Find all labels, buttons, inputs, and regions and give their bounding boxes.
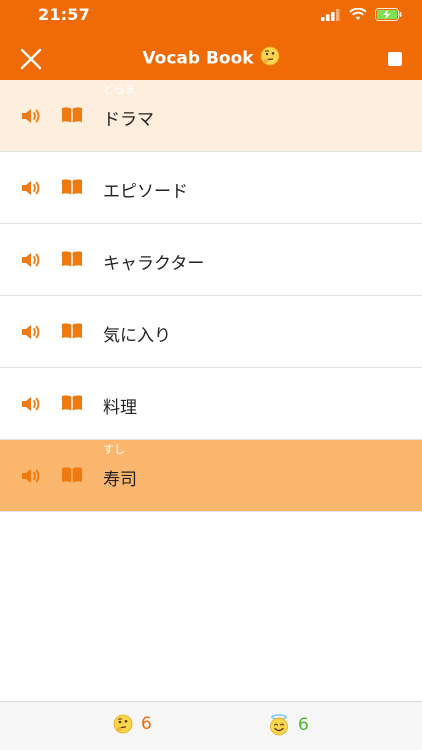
word-text: エピソード	[103, 182, 188, 202]
thinking-face-icon	[260, 46, 280, 71]
wifi-icon	[349, 8, 367, 20]
status-bar: 21:57	[0, 0, 422, 30]
thinking-face-icon	[113, 714, 133, 734]
book-icon[interactable]	[61, 106, 83, 124]
list-item[interactable]: すし 寿司	[0, 440, 422, 512]
speaker-icon[interactable]	[20, 178, 42, 198]
signal-icon	[321, 8, 340, 21]
speaker-icon[interactable]	[20, 106, 42, 126]
halo-count-stat[interactable]: 6	[268, 714, 309, 736]
nav-bar: Vocab Book	[0, 34, 422, 80]
word-text: 寿司	[103, 470, 137, 490]
speaker-icon[interactable]	[20, 466, 42, 486]
status-icons	[321, 8, 402, 21]
speaker-icon[interactable]	[20, 250, 42, 270]
stop-button[interactable]	[388, 52, 402, 66]
list-item[interactable]: 気に入り	[0, 296, 422, 368]
book-icon[interactable]	[61, 250, 83, 268]
book-icon[interactable]	[61, 394, 83, 412]
smiling-halo-face-icon	[270, 714, 288, 736]
app-header: 21:57 Vocab Book	[0, 0, 422, 80]
thinking-count-stat[interactable]: 6	[113, 714, 152, 734]
word-text: キャラクター	[103, 254, 205, 274]
word-text: 料理	[103, 398, 137, 418]
footer-bar: 6 6	[0, 701, 422, 750]
speaker-icon[interactable]	[20, 394, 42, 414]
word-text: ドラマ	[103, 110, 154, 130]
halo-count: 6	[298, 715, 309, 735]
page-title-text: Vocab Book	[142, 48, 254, 69]
book-icon[interactable]	[61, 322, 83, 340]
book-icon[interactable]	[61, 178, 83, 196]
status-time: 21:57	[38, 5, 90, 24]
list-item[interactable]: キャラクター	[0, 224, 422, 296]
battery-charging-icon	[375, 8, 402, 21]
list-item[interactable]: どらま ドラマ	[0, 80, 422, 152]
vocab-list: どらま ドラマ エピソード キャラクター 気に入り 料理 すし 寿司	[0, 80, 422, 512]
speaker-icon[interactable]	[20, 322, 42, 342]
thinking-count: 6	[141, 714, 152, 734]
page-title: Vocab Book	[0, 46, 422, 71]
word-reading: すし	[103, 443, 125, 456]
word-text: 気に入り	[103, 326, 171, 346]
book-icon[interactable]	[61, 466, 83, 484]
list-item[interactable]: エピソード	[0, 152, 422, 224]
word-reading: どらま	[103, 83, 136, 96]
list-item[interactable]: 料理	[0, 368, 422, 440]
